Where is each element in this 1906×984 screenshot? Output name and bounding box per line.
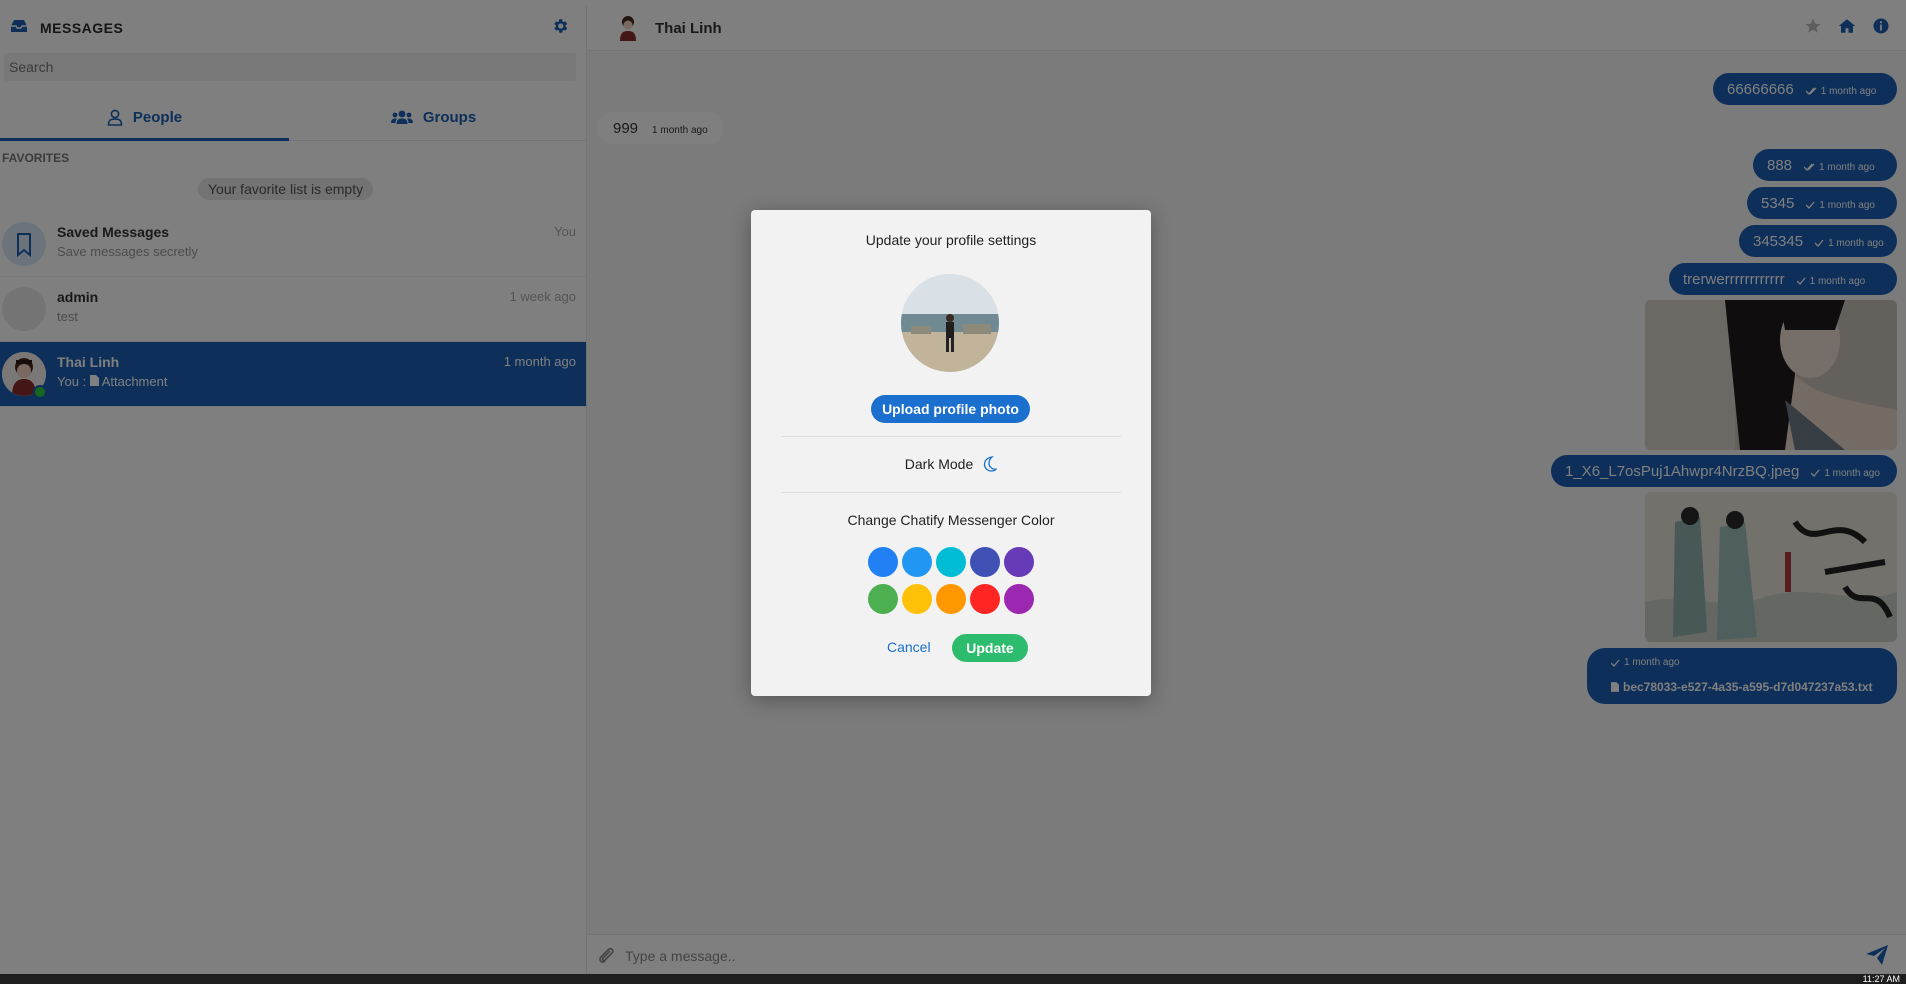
taskbar-clock: 11:27 AM xyxy=(1862,974,1900,984)
color-swatch[interactable] xyxy=(936,584,966,614)
profile-settings-modal: Update your profile settings Upload prof… xyxy=(751,210,1151,696)
dark-mode-label: Dark Mode xyxy=(904,456,974,472)
color-section-title: Change Chatify Messenger Color xyxy=(847,512,1055,528)
update-button[interactable]: Update xyxy=(952,634,1028,662)
cancel-button[interactable]: Cancel xyxy=(881,638,937,656)
profile-photo-image xyxy=(901,274,999,372)
color-swatch[interactable] xyxy=(1004,547,1034,577)
color-swatch[interactable] xyxy=(868,584,898,614)
color-swatch[interactable] xyxy=(1004,584,1034,614)
taskbar: 11:27 AM xyxy=(0,974,1906,984)
color-swatch[interactable] xyxy=(970,547,1000,577)
upload-photo-button[interactable]: Upload profile photo xyxy=(871,395,1030,423)
color-swatch[interactable] xyxy=(902,547,932,577)
profile-photo xyxy=(901,274,999,372)
moon-icon[interactable] xyxy=(983,456,998,472)
color-swatch[interactable] xyxy=(868,547,898,577)
dark-mode-toggle[interactable]: Dark Mode xyxy=(751,456,1151,472)
color-swatch[interactable] xyxy=(936,547,966,577)
modal-title: Update your profile settings xyxy=(865,232,1037,248)
color-swatch[interactable] xyxy=(902,584,932,614)
color-swatch[interactable] xyxy=(970,584,1000,614)
divider xyxy=(781,492,1121,493)
divider xyxy=(781,436,1121,437)
